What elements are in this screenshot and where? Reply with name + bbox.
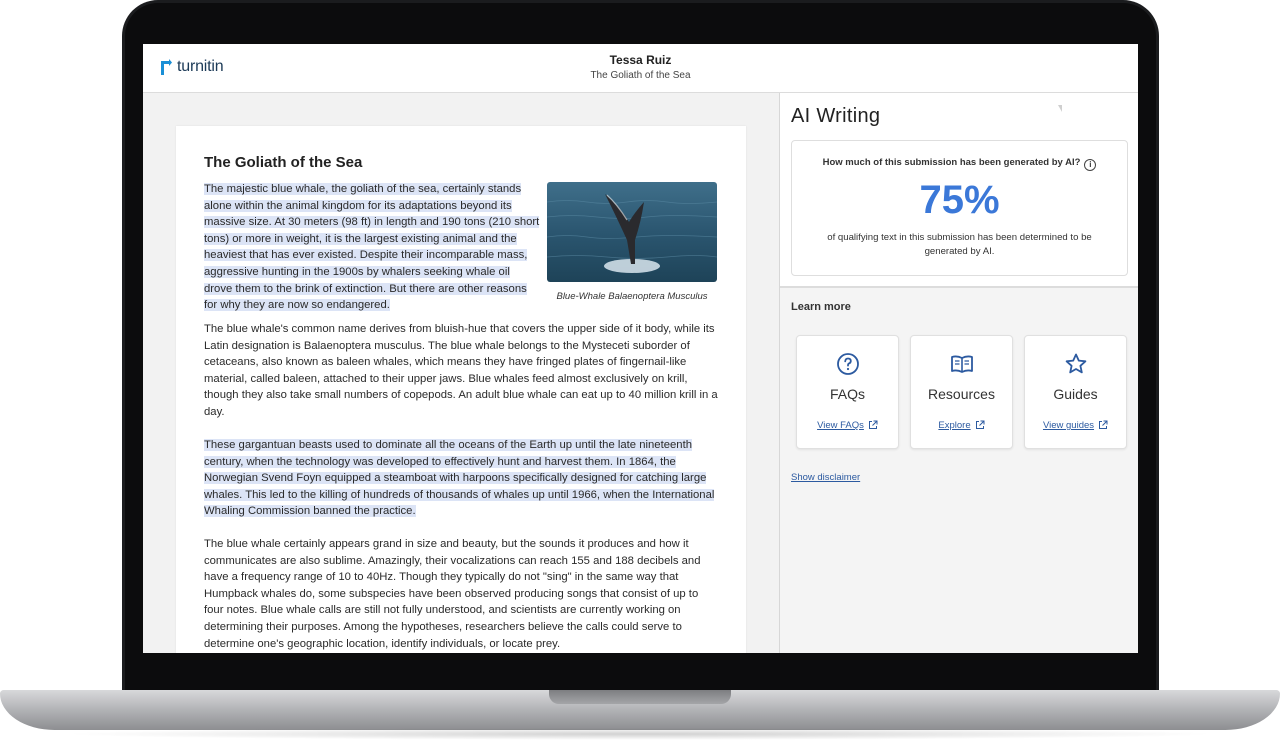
view-guides-link[interactable]: View guides — [1025, 420, 1126, 431]
guides-card[interactable]: Guides View guides — [1024, 335, 1127, 449]
link-text[interactable]: View guides — [1043, 420, 1094, 431]
score-description: of qualifying text in this submission ha… — [827, 232, 1092, 257]
image-caption: Blue-Whale Balaenoptera Musculus — [556, 291, 708, 302]
ai-score-card: How much of this submission has been gen… — [791, 140, 1128, 276]
caret-icon — [1058, 105, 1062, 112]
link-text[interactable]: View FAQs — [817, 420, 864, 431]
info-icon[interactable]: i — [1084, 159, 1097, 171]
external-link-icon — [975, 420, 985, 429]
resources-card[interactable]: Resources Explore — [910, 335, 1013, 449]
laptop-shadow — [60, 728, 1220, 740]
open-book-icon — [951, 355, 973, 373]
whale-tail-graphic — [547, 182, 717, 282]
laptop-notch — [549, 690, 731, 704]
card-title: Resources — [928, 386, 995, 402]
app-screen: turnitin Tessa Ruiz The Goliath of the S… — [143, 44, 1138, 653]
star-outline-icon — [1065, 353, 1087, 374]
score-question-text: How much of this submission has been gen… — [822, 157, 1081, 168]
question-circle-icon — [837, 353, 859, 375]
ai-highlight[interactable]: The majestic blue whale, the goliath of … — [204, 183, 540, 312]
card-title: Guides — [1053, 386, 1098, 402]
paragraph-3: These gargantuan beasts used to dominate… — [204, 437, 718, 520]
card-title: FAQs — [829, 386, 865, 402]
ai-score-value: 75% — [919, 178, 1000, 222]
submission-info: Tessa Ruiz The Goliath of the Sea — [143, 52, 1138, 84]
explore-link[interactable]: Explore — [911, 420, 1012, 431]
ai-score-section: AI Writing How much of this submission h… — [780, 93, 1138, 288]
show-disclaimer-link[interactable]: Show disclaimer — [791, 472, 860, 483]
paragraph-1: The majestic blue whale, the goliath of … — [204, 181, 540, 314]
student-name: Tessa Ruiz — [609, 53, 672, 67]
document-page: The Goliath of the Sea The majestic blue… — [176, 126, 746, 653]
ai-writing-panel: AI Writing How much of this submission h… — [780, 93, 1138, 653]
app-header: turnitin Tessa Ruiz The Goliath of the S… — [143, 44, 1138, 93]
link-text[interactable]: Explore — [938, 420, 970, 431]
ai-highlight[interactable]: These gargantuan beasts used to dominate… — [204, 439, 715, 518]
score-question: How much of this submission has been gen… — [792, 157, 1127, 171]
external-link-icon — [1099, 420, 1108, 429]
document-viewer[interactable]: The Goliath of the Sea The majestic blue… — [143, 93, 780, 653]
panel-title: AI Writing — [791, 105, 881, 127]
paragraph-4: The blue whale certainly appears grand i… — [204, 538, 701, 650]
resource-cards: FAQs View FAQs Resources Explore Guides … — [796, 335, 1127, 449]
whale-tail-image — [547, 182, 717, 282]
document-title: The Goliath of the Sea — [590, 70, 691, 81]
learn-more-heading: Learn more — [791, 301, 851, 313]
document-heading: The Goliath of the Sea — [204, 154, 363, 171]
view-faqs-link[interactable]: View FAQs — [797, 420, 898, 431]
faqs-card[interactable]: FAQs View FAQs — [796, 335, 899, 449]
external-link-icon — [868, 420, 878, 429]
paragraph-2: The blue whale's common name derives fro… — [204, 323, 718, 418]
